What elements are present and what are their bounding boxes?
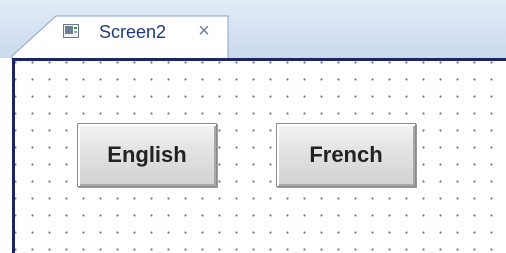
screen-icon xyxy=(63,24,79,38)
close-icon[interactable]: × xyxy=(193,19,215,43)
tab-title: Screen2 xyxy=(99,22,167,42)
french-button[interactable]: French xyxy=(276,123,416,187)
english-button[interactable]: English xyxy=(77,123,217,187)
document-tab-bar: Screen2 × xyxy=(0,0,506,60)
